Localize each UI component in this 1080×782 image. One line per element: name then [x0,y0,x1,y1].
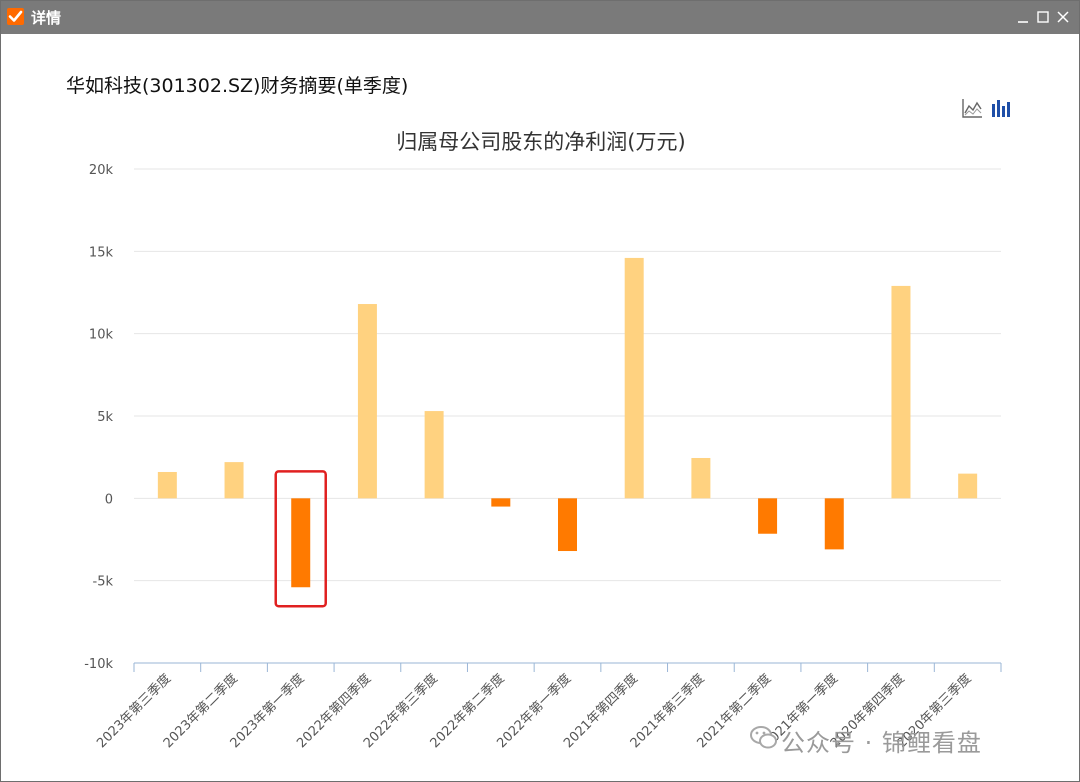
bar-2022年第三季度[interactable] [424,411,444,499]
y-tick-label: -5k [93,575,114,590]
bar-2021年第二季度[interactable] [758,498,778,534]
chart-title: 归属母公司股东的净利润(万元) [396,130,685,154]
bar-2023年第一季度[interactable] [291,498,311,588]
y-axis: 20k 15k 10k 5k 0 -5k -10k [84,163,113,672]
bar-2020年第三季度[interactable] [958,473,978,499]
bar-2022年第四季度[interactable] [357,304,377,499]
detail-window: 详情 华如科技(301302.SZ)财务摘要(单季度) 归属母公司股东的净利润(… [0,0,1080,782]
bar-2021年第四季度[interactable] [624,257,644,499]
y-tick-label: 0 [105,492,113,507]
y-tick-label: 20k [89,163,114,178]
wechat-icon [749,723,779,753]
bar-2020年第四季度[interactable] [891,285,911,499]
y-tick-label: 10k [89,328,114,343]
bar-2021年第一季度[interactable] [824,498,844,550]
net-profit-bar-chart: 归属母公司股东的净利润(万元) 20k15k10k5k0-5k-10k 2023… [84,130,1002,751]
bar-2023年第二季度[interactable] [224,462,244,499]
y-tick-label: 15k [89,245,114,260]
bar-2023年第三季度[interactable] [157,471,177,499]
bar-2022年第一季度[interactable] [558,498,577,552]
y-tick-label: 5k [97,410,113,425]
bar-2021年第三季度[interactable] [691,457,711,499]
watermark-text: 公众号 · 锦鲤看盘 [781,729,982,757]
bar-2022年第二季度[interactable] [491,498,511,507]
bars [157,257,978,588]
y-tick-label: -10k [84,657,113,672]
